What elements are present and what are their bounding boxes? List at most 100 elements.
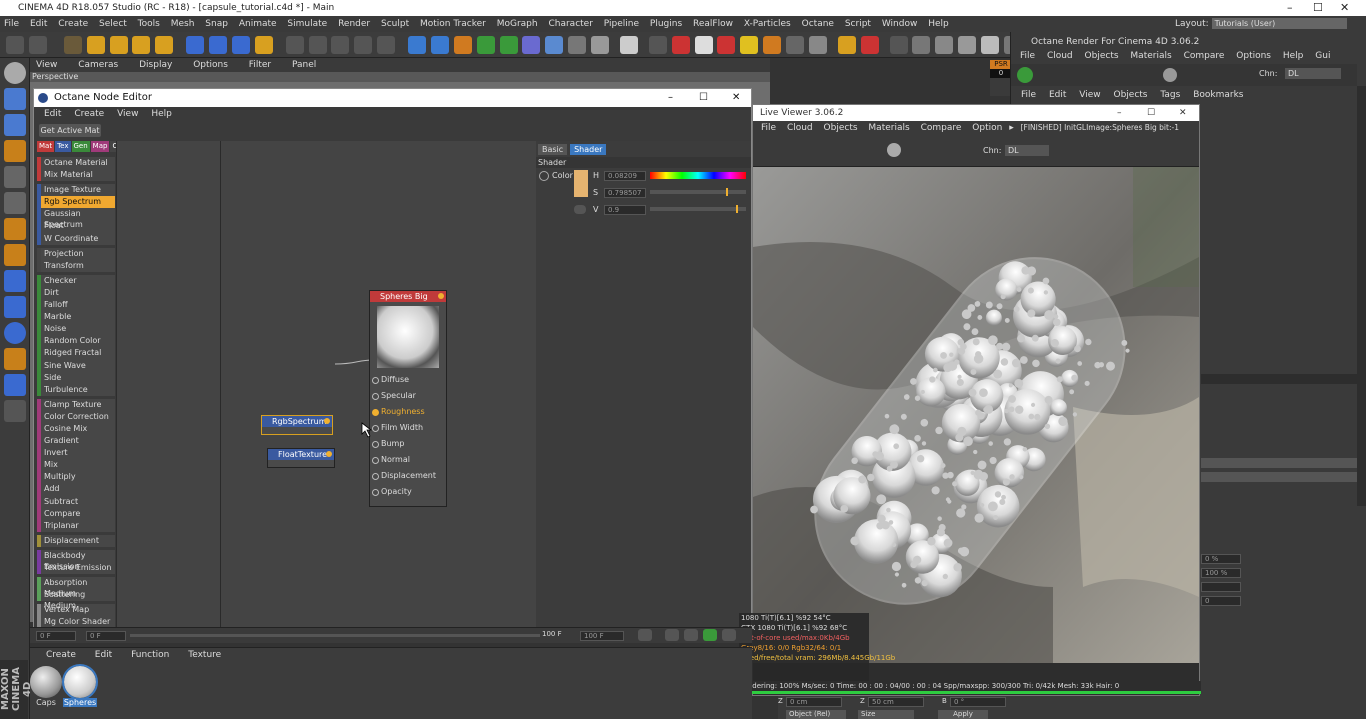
om-menu-file[interactable]: File (1021, 90, 1036, 100)
port-displacement[interactable]: Displacement (370, 468, 446, 484)
y-axis-icon[interactable] (209, 36, 227, 54)
menu-animate[interactable]: Animate (239, 19, 277, 29)
node-list-item[interactable]: Mg Color Shader (37, 616, 115, 627)
port-normal[interactable]: Normal (370, 452, 446, 468)
subdivision-icon[interactable] (430, 36, 449, 54)
mm-menu-texture[interactable]: Texture (188, 650, 221, 660)
node-editor-menu-edit[interactable]: Edit (44, 109, 61, 119)
deformer-icon[interactable] (499, 36, 518, 54)
node-graph-canvas[interactable]: Spheres Big Diffuse Specular Roughness Film… (116, 141, 536, 629)
node-editor-close-icon[interactable]: ✕ (732, 89, 740, 107)
color-keyframe-icon[interactable] (539, 171, 549, 181)
xp-question-icon[interactable] (763, 36, 782, 54)
octane-menu-help[interactable]: Help (1283, 51, 1304, 61)
maximize-icon[interactable]: ☐ (1313, 0, 1323, 16)
lv-chn-dropdown[interactable]: DL (1005, 145, 1049, 156)
port-opacity[interactable]: Opacity (370, 484, 446, 500)
category-tab-tex[interactable]: Tex (55, 141, 71, 152)
menu-octane[interactable]: Octane (802, 19, 834, 29)
undo-icon[interactable] (6, 36, 24, 54)
snapping-icon[interactable] (4, 296, 26, 318)
menu-snap[interactable]: Snap (205, 19, 228, 29)
material-caps-thumbnail[interactable] (30, 666, 62, 698)
octane-live-icon[interactable] (837, 36, 856, 54)
material-spheres-thumbnail[interactable] (62, 664, 98, 700)
solo-icon[interactable] (4, 322, 26, 344)
octane-sphere3-icon[interactable] (958, 36, 977, 54)
octane-chn-dropdown[interactable]: DL (1285, 68, 1341, 79)
floattexture-node-header[interactable]: FloatTexture (268, 449, 334, 460)
go-to-start-icon[interactable] (638, 629, 652, 641)
node-list-item[interactable]: Displacement (37, 534, 115, 547)
node-list-item[interactable]: W Coordinate (37, 232, 115, 245)
menu-tools[interactable]: Tools (138, 19, 160, 29)
port-bump[interactable]: Bump (370, 436, 446, 452)
node-list-item[interactable]: Vertex Map (37, 604, 115, 617)
coord-z-position-field[interactable]: 0 cm (786, 697, 842, 707)
octane-sphere1-icon[interactable] (912, 36, 931, 54)
menu-sculpt[interactable]: Sculpt (381, 19, 409, 29)
port-specular[interactable]: Specular (370, 388, 446, 404)
material-spheres-label[interactable]: Spheres (63, 698, 97, 707)
field-icon[interactable] (522, 36, 541, 54)
timeline-current-field[interactable]: 0 F (86, 631, 126, 641)
viewport-menu-options[interactable]: Options (193, 60, 228, 70)
lv-menu-file[interactable]: File (761, 123, 776, 133)
lv-menu-objects[interactable]: Objects (824, 123, 858, 133)
material-node-header[interactable]: Spheres Big (370, 291, 446, 302)
script-icon[interactable] (619, 36, 638, 54)
node-list-item[interactable]: Projection (37, 247, 115, 260)
lv-menu-cloud[interactable]: Cloud (787, 123, 813, 133)
viewport-menu-filter[interactable]: Filter (249, 60, 271, 70)
saturation-slider[interactable] (650, 188, 746, 196)
octane-sphere4-icon[interactable] (981, 36, 999, 54)
xp-cache-icon[interactable] (786, 36, 804, 54)
workplane-icon[interactable] (4, 140, 26, 162)
octane-menu-materials[interactable]: Materials (1130, 51, 1171, 61)
recent-tool-icon[interactable] (155, 36, 174, 54)
get-active-mat-button[interactable]: Get Active Mat (39, 124, 101, 137)
value-toggle-icon[interactable] (574, 205, 586, 214)
port-diffuse[interactable]: Diffuse (370, 372, 446, 388)
next-frame-icon[interactable] (721, 629, 736, 641)
cube-icon[interactable] (408, 36, 426, 54)
menu-create[interactable]: Create (58, 19, 88, 29)
side-tabs[interactable] (1357, 86, 1366, 506)
material-node[interactable]: Spheres Big Diffuse Specular Roughness Film… (369, 290, 447, 507)
value-field[interactable]: 0.9 (604, 205, 646, 215)
coord-size-dropdown[interactable]: Size (858, 710, 914, 719)
tweak-mode-icon[interactable] (4, 270, 26, 292)
viewport-menu-panel[interactable]: Panel (292, 60, 316, 70)
menu-pipeline[interactable]: Pipeline (604, 19, 639, 29)
node-list-item[interactable]: Add (37, 483, 115, 496)
value-slider-handle[interactable] (736, 205, 738, 213)
saturation-field[interactable]: 0.798507 (604, 188, 646, 198)
octane-material-ball-icon[interactable] (1163, 68, 1177, 82)
timeline-start-field[interactable]: 0 F (36, 631, 76, 641)
om-menu-bookmarks[interactable]: Bookmarks (1193, 90, 1243, 100)
hue-field[interactable]: 0.08209 (604, 171, 646, 181)
node-list-item[interactable]: Octane Material (37, 157, 115, 170)
close-icon[interactable]: ✕ (1340, 0, 1349, 16)
category-tab-map[interactable]: Map (90, 141, 110, 152)
model-mode-icon[interactable] (4, 88, 26, 110)
menu-character[interactable]: Character (548, 19, 592, 29)
node-list-item[interactable]: Gaussian Spectrum (37, 208, 115, 229)
camera-icon[interactable] (568, 36, 587, 54)
play-icon[interactable] (702, 629, 717, 641)
octane-sphere2-icon[interactable] (935, 36, 954, 54)
points-mode-icon[interactable] (4, 166, 26, 188)
coord-b-rotation-field[interactable]: 0 ° (950, 697, 1006, 707)
attribute-dropdown-1[interactable] (1201, 458, 1357, 468)
menu-motion-tracker[interactable]: Motion Tracker (420, 19, 486, 29)
port-film-width[interactable]: Film Width (370, 420, 446, 436)
live-viewer-maximize-icon[interactable]: ☐ (1147, 105, 1155, 121)
node-list-item[interactable]: Noise (37, 323, 115, 336)
node-list-item[interactable]: Random Color (37, 335, 115, 348)
layout-selector[interactable]: Layout: Tutorials (User) (1175, 16, 1366, 32)
rgbspectrum-output-pin[interactable] (324, 418, 330, 424)
node-list-item[interactable]: Triplanar (37, 519, 115, 532)
viewport-menu-cameras[interactable]: Cameras (78, 60, 118, 70)
scale-icon[interactable] (109, 36, 128, 54)
category-tab-mat[interactable]: Mat (37, 141, 55, 152)
